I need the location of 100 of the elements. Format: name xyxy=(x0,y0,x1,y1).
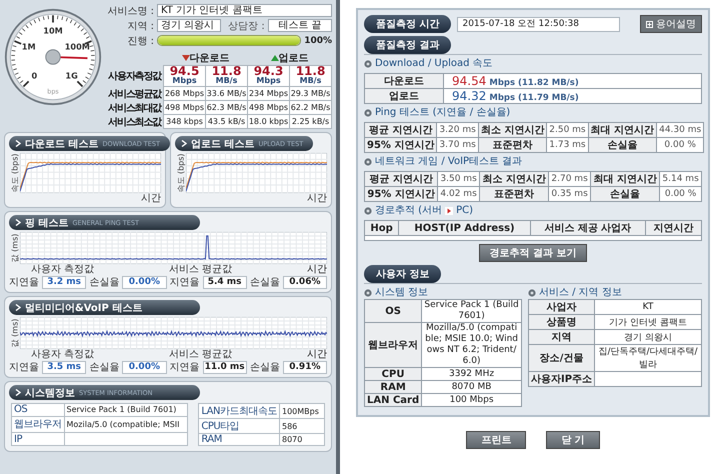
column-header: Hop xyxy=(364,220,399,236)
arrow-icon xyxy=(445,207,454,215)
table-cell: Service Pack 1 (Build 7601) xyxy=(64,404,187,416)
value-label: 손실율 xyxy=(89,361,120,374)
speed-value: 11.8 xyxy=(294,66,326,76)
speed-unit: Mbps xyxy=(255,76,282,86)
table-cell: 사용자IP주소 xyxy=(528,372,595,386)
table-cell: 100 Mbps xyxy=(422,394,522,406)
table-cell: 4.02 ms xyxy=(438,186,480,202)
section-title: 서비스 / 지역 정보 xyxy=(539,287,622,299)
bullet-icon xyxy=(364,109,372,117)
axis-label: 시간 xyxy=(307,349,327,360)
table-cell: 62.3 MB/s xyxy=(206,100,248,114)
table-cell: 손실율 xyxy=(588,138,657,152)
value-label: 손실율 xyxy=(250,361,280,374)
value-label: 지연율 xyxy=(170,361,200,374)
table-cell: 95% 지연시간 xyxy=(364,186,438,202)
table-cell: 8070 xyxy=(280,434,324,446)
table-cell: 348 kbps xyxy=(164,114,206,128)
table-cell: CPU타입 xyxy=(198,418,280,434)
column-header: 지연시간 xyxy=(645,220,702,236)
table-cell: 62.2 MB/s xyxy=(290,100,332,114)
section-title: 멀티미디어&VoIP 테스트 xyxy=(25,302,142,314)
close-button[interactable]: 닫 기 xyxy=(546,431,600,449)
table-cell: 2.50 ms xyxy=(546,122,588,138)
speed-detail: Mbps (11.79 MB/s) xyxy=(489,93,579,103)
section-title: 업로드 테스트 xyxy=(191,138,254,150)
axis-label: 속도 (bps) xyxy=(9,153,20,193)
table-cell: RAM xyxy=(364,380,422,394)
row-label: 서비스최대값 xyxy=(104,100,164,114)
table-cell: 표준편차 xyxy=(479,186,549,202)
row-label: 서비스평균값 xyxy=(104,86,164,100)
table-cell: 3.50 ms xyxy=(438,172,480,186)
trace-result-button[interactable]: 경로추적 결과 보기 xyxy=(478,244,588,262)
down-arrow-icon xyxy=(182,55,190,61)
section-title: PC) xyxy=(456,205,474,217)
table-cell: 3.20 ms xyxy=(436,122,478,138)
table-cell: 최대 지연시간 xyxy=(590,172,660,186)
table-cell: 최소 지연시간 xyxy=(479,172,549,186)
value-label: 지연율 xyxy=(170,276,200,289)
speed-value: 94.3 xyxy=(252,66,284,76)
table-cell: 사업자 xyxy=(528,300,595,314)
chevron-icon xyxy=(181,140,187,147)
section-title: Ping 테스트 (지연율 / 손실율) xyxy=(375,107,510,119)
chevron-icon xyxy=(15,304,21,311)
axis-label: 값 (ms) xyxy=(9,234,20,262)
table-cell: 2.25 kB/s xyxy=(290,114,332,128)
value-field: 0.00% xyxy=(122,360,166,374)
column-header: 다운로드 xyxy=(190,53,230,64)
glossary-button[interactable]: 용어설명 xyxy=(640,15,702,33)
table-cell: KT xyxy=(594,300,702,314)
section-title: 핑 테스트 xyxy=(25,216,68,230)
group-caption: 서비스 평균값 xyxy=(169,264,234,275)
value-field: 5.4 ms xyxy=(202,276,247,288)
table-cell: 95% 지연시간 xyxy=(364,138,437,152)
table-cell: 498 Mbps xyxy=(248,100,290,114)
axis-label: 시간 xyxy=(141,193,161,204)
group-caption: 서비스 평균값 xyxy=(169,349,234,360)
table-cell: 29.3 MB/s xyxy=(290,86,332,100)
table-cell: 43.5 kB/s xyxy=(206,114,248,128)
section-header: 품질측정 결과 xyxy=(364,36,452,54)
speed-value: 94.32 xyxy=(452,89,486,103)
table-cell: 268 Mbps xyxy=(164,86,206,100)
table-cell: 3.70 ms xyxy=(436,138,478,152)
speed-unit: Mbps xyxy=(171,76,198,86)
table-cell: 33.6 MB/s xyxy=(206,86,248,100)
table-cell: 웹브라우저 xyxy=(12,416,64,433)
plus-icon xyxy=(646,20,653,28)
table-cell: 업로드 xyxy=(364,88,444,104)
field-label: 서비스명 : xyxy=(106,4,154,18)
column-header: HOST(IP Address) xyxy=(398,220,530,236)
value-field: 3.5 ms xyxy=(42,360,86,374)
table-cell: CPU xyxy=(364,368,422,380)
table-cell: 지역 xyxy=(528,330,595,344)
table-cell: 웹브라우저 xyxy=(364,322,422,368)
print-button[interactable]: 프린트 xyxy=(466,431,526,449)
chevron-icon xyxy=(15,219,21,226)
speed-value: 94.5 xyxy=(168,66,200,76)
speed-unit: MB/s xyxy=(214,76,238,86)
value-label: 지연율 xyxy=(9,276,39,289)
table-cell: RAM xyxy=(198,434,280,446)
table-cell: 경기 의왕시 xyxy=(594,330,702,344)
up-arrow-icon xyxy=(270,55,278,61)
table-cell: 18.0 kbps xyxy=(248,114,290,128)
value-field: 0.00% xyxy=(122,276,166,288)
table-cell: Mozila/5.0 (compatible; MSII xyxy=(64,416,187,433)
row-label: 서비스최소값 xyxy=(104,114,164,128)
section-title: 다운로드 테스트 xyxy=(25,138,98,150)
table-cell: 586 xyxy=(280,418,324,434)
table-cell: 손실율 xyxy=(590,186,660,202)
gauge-label: 100M xyxy=(64,42,90,52)
table-cell: 234 Mbps xyxy=(248,86,290,100)
table-cell: 평균 지연시간 xyxy=(364,172,438,186)
axis-label: 시간 xyxy=(307,193,327,204)
table-cell: 100MBps xyxy=(280,404,324,418)
gauge-label: 0 xyxy=(32,70,38,80)
field-label: 상담장 : xyxy=(228,20,265,32)
bullet-icon xyxy=(364,60,372,68)
table-cell: 1.73 ms xyxy=(546,138,588,152)
gauge-label: 1M xyxy=(22,42,36,52)
